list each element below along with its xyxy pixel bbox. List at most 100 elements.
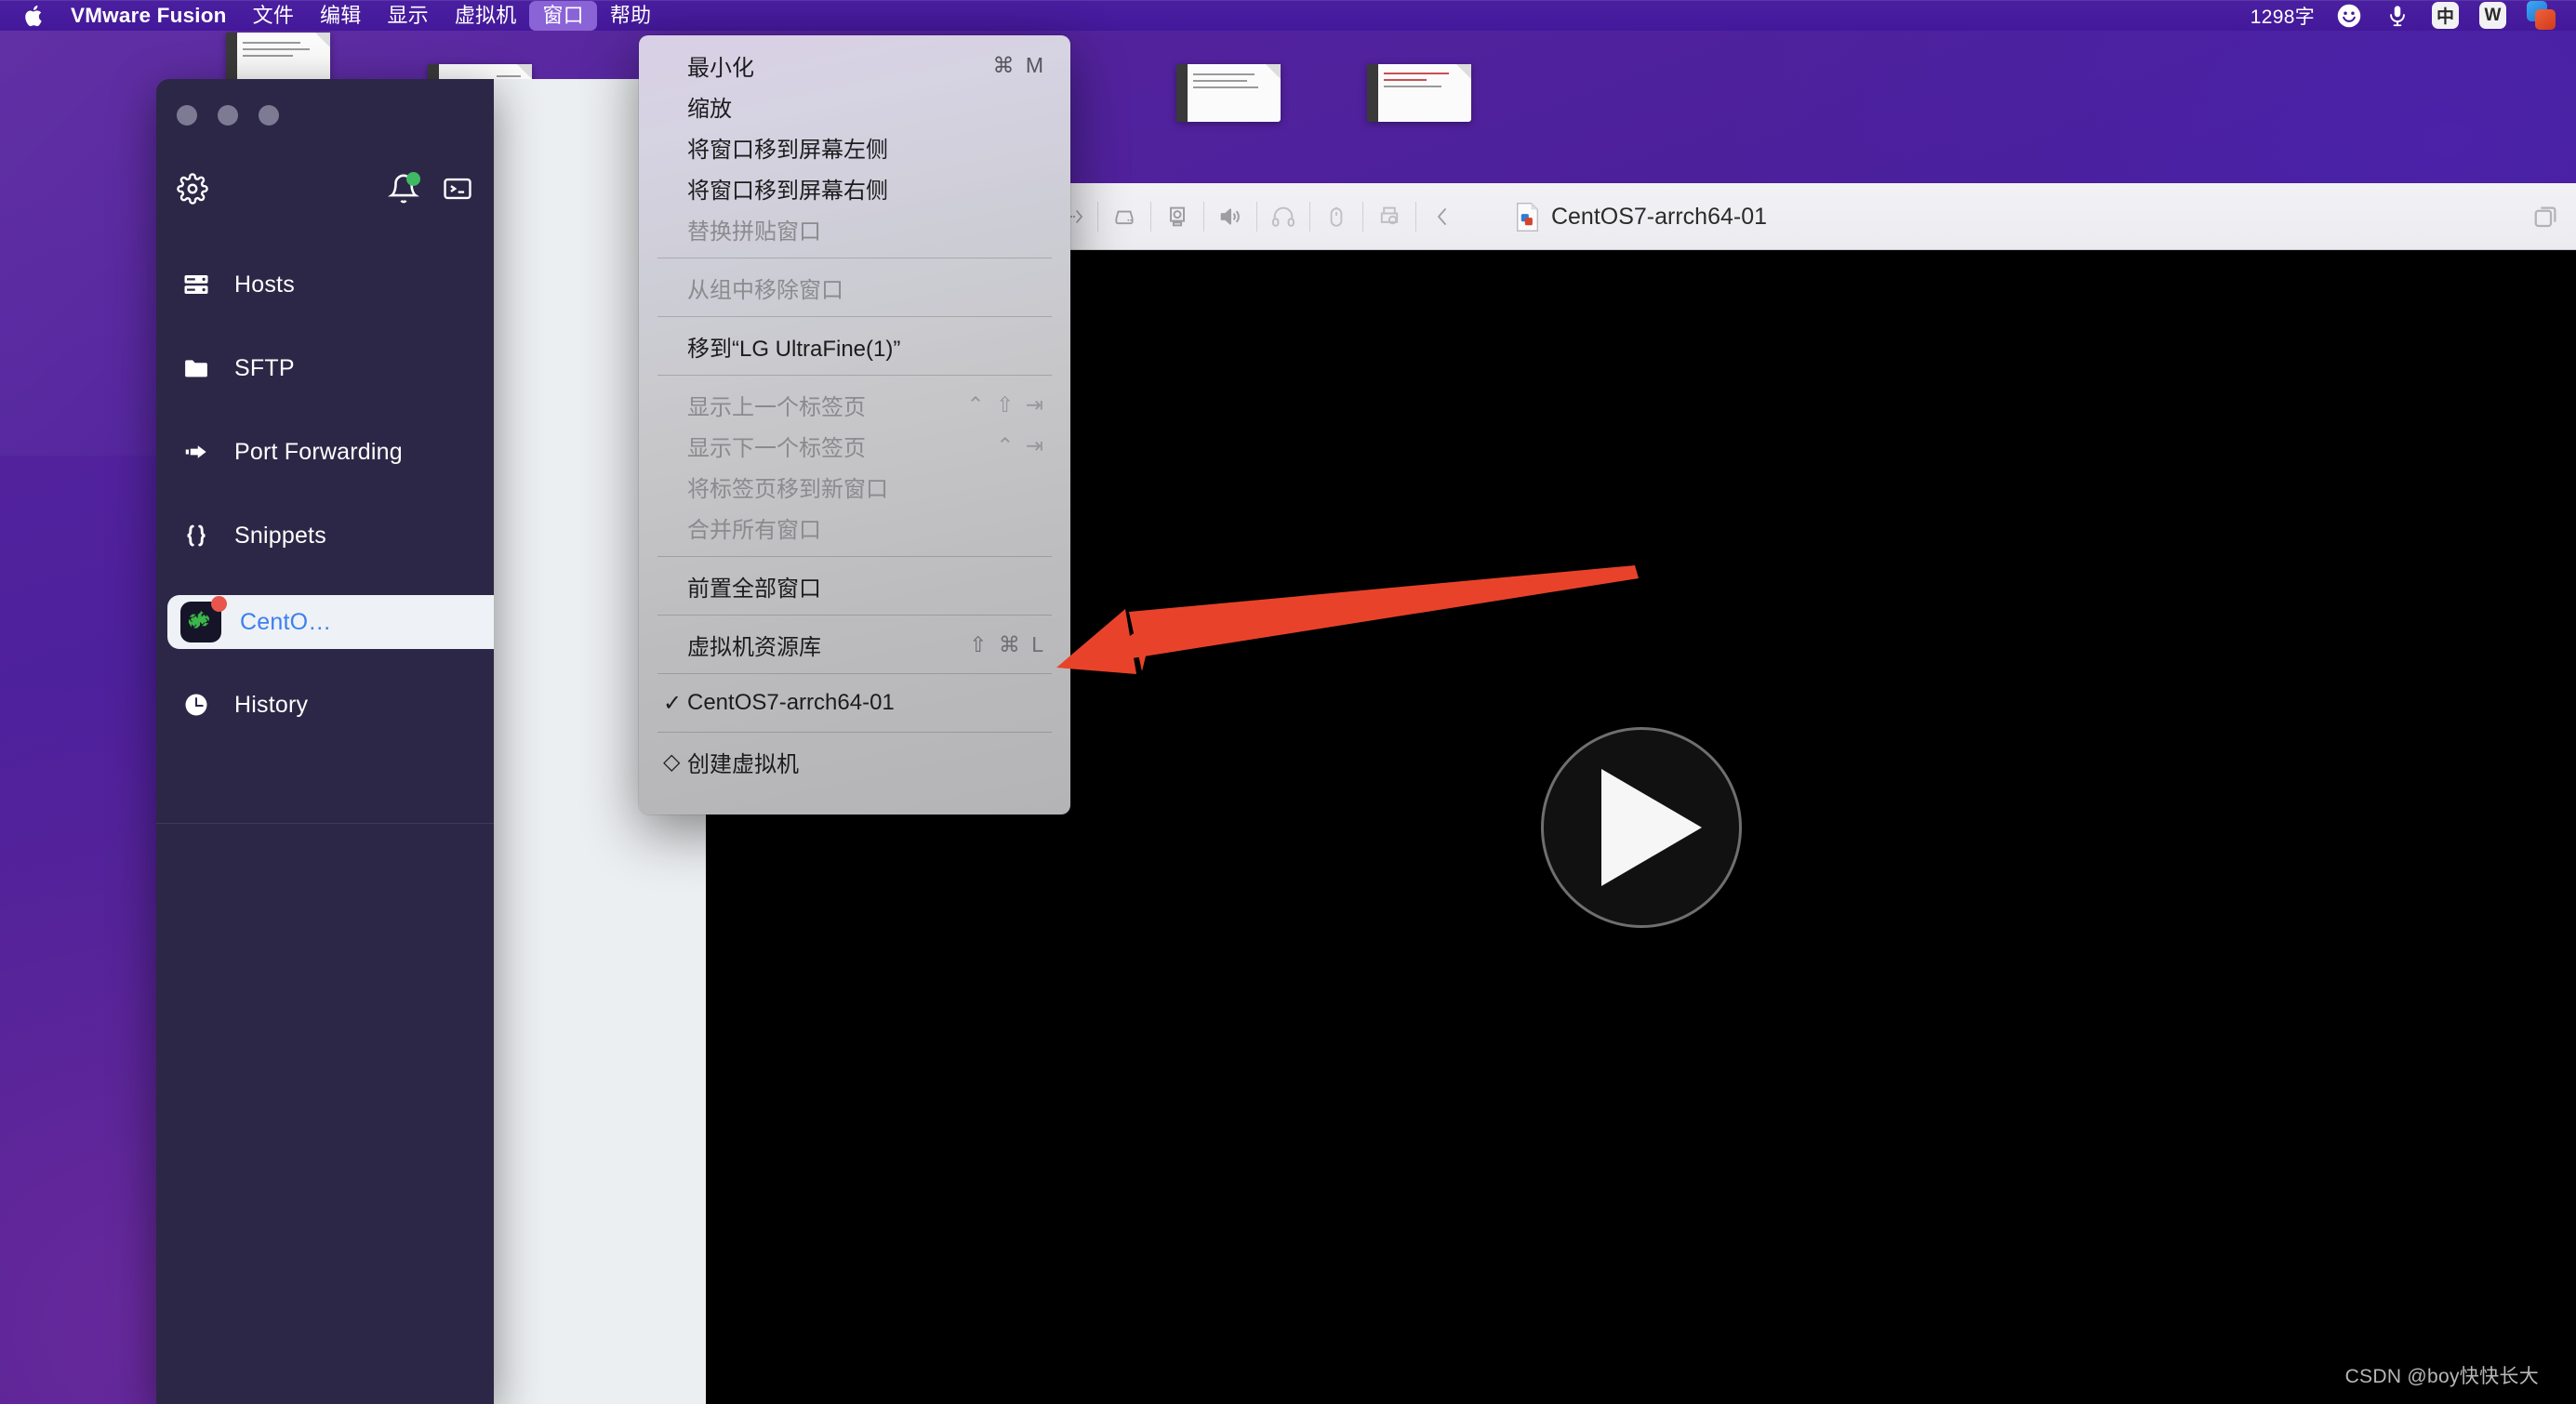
menu-separator — [657, 316, 1052, 317]
sidebar-item-label: Snippets — [234, 522, 326, 549]
menu-item-show-next-tab: 显示下一个标签页 ⌃ ⇥ — [639, 425, 1070, 466]
toolbar-separator — [1203, 201, 1204, 232]
window-copy-icon[interactable] — [2530, 200, 2563, 233]
ime-indicator[interactable]: 中 — [2432, 2, 2459, 29]
hard-disk-icon[interactable] — [1108, 200, 1141, 233]
menu-item-label: CentOS7-arrch64-01 — [687, 690, 895, 715]
menu-item-virtual-machine-library[interactable]: 虚拟机资源库 ⇧ ⌘ L — [639, 624, 1070, 665]
menu-help[interactable]: 帮助 — [597, 1, 664, 31]
sidebar-item-sftp[interactable]: SFTP — [156, 344, 494, 392]
toolbar-separator — [1150, 201, 1151, 232]
centos-icon — [180, 596, 227, 642]
smiley-face-icon[interactable] — [2335, 2, 2363, 30]
menu-item-label: 移到“LG UltraFine(1)” — [687, 336, 901, 362]
menu-file[interactable]: 文件 — [240, 1, 307, 31]
menu-item-minimize[interactable]: 最小化 ⌘ M — [639, 45, 1070, 86]
menu-virtual-machine[interactable]: 虚拟机 — [442, 1, 530, 31]
menu-bar-status-items: 1298字 中 W — [2251, 1, 2576, 30]
collapse-chevron-icon[interactable] — [1426, 200, 1459, 233]
vmware-fusion-icon[interactable] — [2527, 1, 2556, 30]
menu-item-move-tab-to-new-window: 将标签页移到新窗口 — [639, 466, 1070, 507]
sidebar-divider — [156, 823, 494, 824]
clock-icon — [180, 689, 212, 721]
sidebar-item-label: Port Forwarding — [234, 438, 403, 465]
play-button[interactable] — [1540, 726, 1742, 928]
macos-menu-bar: VMware Fusion 文件 编辑 显示 虚拟机 窗口 帮助 1298字 中… — [0, 0, 2576, 31]
close-button[interactable] — [177, 105, 197, 126]
sidebar-item-label: History — [234, 691, 309, 718]
checkmark-icon: ✓ — [663, 690, 683, 716]
window-dropdown-menu[interactable]: 最小化 ⌘ M 缩放 将窗口移到屏幕左侧 将窗口移到屏幕右侧 替换拼贴窗口 从组… — [639, 35, 1070, 815]
terminal-app-window: Hosts SFTP Port Forwarding Snippets Cent… — [156, 79, 494, 1404]
menu-view[interactable]: 显示 — [374, 1, 441, 31]
toolbar-separator — [1362, 201, 1363, 232]
camera-icon[interactable] — [1161, 200, 1194, 233]
menu-item-shortcut: ⇧ ⌘ L — [969, 631, 1046, 656]
menu-item-create-vm[interactable]: ◇ 创建虚拟机 — [639, 741, 1070, 782]
sidebar-nav: Hosts SFTP Port Forwarding Snippets Cent… — [156, 260, 494, 764]
menu-item-zoom[interactable]: 缩放 — [639, 86, 1070, 126]
menu-item-move-to-display[interactable]: 移到“LG UltraFine(1)” — [639, 325, 1070, 366]
notification-badge — [406, 172, 420, 186]
sidebar-item-port-forwarding[interactable]: Port Forwarding — [156, 428, 494, 476]
menu-item-label: 将窗口移到屏幕右侧 — [687, 178, 888, 204]
menu-item-label: 前置全部窗口 — [687, 576, 821, 602]
printer-icon[interactable] — [1373, 200, 1406, 233]
menu-edit[interactable]: 编辑 — [307, 1, 374, 31]
menu-item-label: 将窗口移到屏幕左侧 — [687, 137, 888, 163]
server-icon — [180, 269, 212, 300]
menu-item-label: 最小化 — [687, 55, 754, 81]
menu-item-shortcut: ⌘ M — [992, 52, 1046, 77]
wps-icon[interactable]: W — [2479, 2, 2506, 29]
menu-separator — [657, 615, 1052, 616]
sidebar-item-centos[interactable]: CentO… — [167, 595, 494, 649]
menu-item-label: 创建虚拟机 — [687, 751, 799, 777]
toolbar-separator — [1097, 201, 1098, 232]
sidebar-item-history[interactable]: History — [156, 681, 494, 729]
menu-item-label: 替换拼贴窗口 — [687, 219, 821, 245]
toolbar-separator — [1415, 201, 1416, 232]
menu-separator — [657, 375, 1052, 376]
sidebar-item-label: Hosts — [234, 271, 295, 298]
bell-icon[interactable] — [388, 172, 420, 205]
minimize-button[interactable] — [218, 105, 238, 126]
sidebar-item-label: SFTP — [234, 354, 295, 381]
menu-app-name[interactable]: VMware Fusion — [63, 1, 240, 31]
screen-root: Java — [0, 0, 2576, 1404]
mouse-icon[interactable] — [1320, 200, 1353, 233]
menu-item-show-previous-tab: 显示上一个标签页 ⌃ ⇧ ⇥ — [639, 384, 1070, 425]
sidebar-item-snippets[interactable]: Snippets — [156, 511, 494, 560]
terminal-toolbar — [156, 161, 494, 217]
gear-icon[interactable] — [177, 173, 208, 205]
desktop-file-thumb[interactable] — [1176, 64, 1281, 122]
unread-badge — [211, 596, 227, 612]
menu-item-label: 虚拟机资源库 — [687, 634, 821, 660]
toolbar-separator — [1309, 201, 1310, 232]
menu-item-replace-tiled: 替换拼贴窗口 — [639, 208, 1070, 249]
headphones-icon[interactable] — [1267, 200, 1300, 233]
menu-item-label: 将标签页移到新窗口 — [687, 476, 888, 502]
menu-separator — [657, 556, 1052, 557]
menu-item-label: 从组中移除窗口 — [687, 277, 843, 303]
menu-item-bring-all-to-front[interactable]: 前置全部窗口 — [639, 565, 1070, 606]
menu-separator — [657, 673, 1052, 674]
microphone-icon[interactable] — [2383, 2, 2411, 30]
diamond-icon: ◇ — [663, 748, 681, 775]
menu-item-centos7-window[interactable]: ✓ CentOS7-arrch64-01 — [639, 682, 1070, 723]
maximize-button[interactable] — [259, 105, 279, 126]
menu-item-move-left[interactable]: 将窗口移到屏幕左侧 — [639, 126, 1070, 167]
apple-logo-icon[interactable] — [24, 4, 45, 28]
braces-icon — [180, 520, 212, 551]
menu-item-move-right[interactable]: 将窗口移到屏幕右侧 — [639, 167, 1070, 208]
sound-icon[interactable] — [1214, 200, 1247, 233]
word-count-status[interactable]: 1298字 — [2251, 2, 2315, 30]
port-forward-arrow-icon — [180, 436, 212, 468]
menu-item-label: 缩放 — [687, 96, 732, 122]
watermark-text: CSDN @boy快快长大 — [2344, 1366, 2539, 1387]
sidebar-item-hosts[interactable]: Hosts — [156, 260, 494, 309]
desktop-file-thumb[interactable] — [1367, 64, 1471, 122]
window-traffic-lights[interactable] — [177, 105, 279, 126]
menu-item-shortcut: ⌃ ⇧ ⇥ — [966, 391, 1046, 417]
terminal-icon[interactable] — [442, 173, 473, 205]
menu-window[interactable]: 窗口 — [529, 0, 597, 31]
